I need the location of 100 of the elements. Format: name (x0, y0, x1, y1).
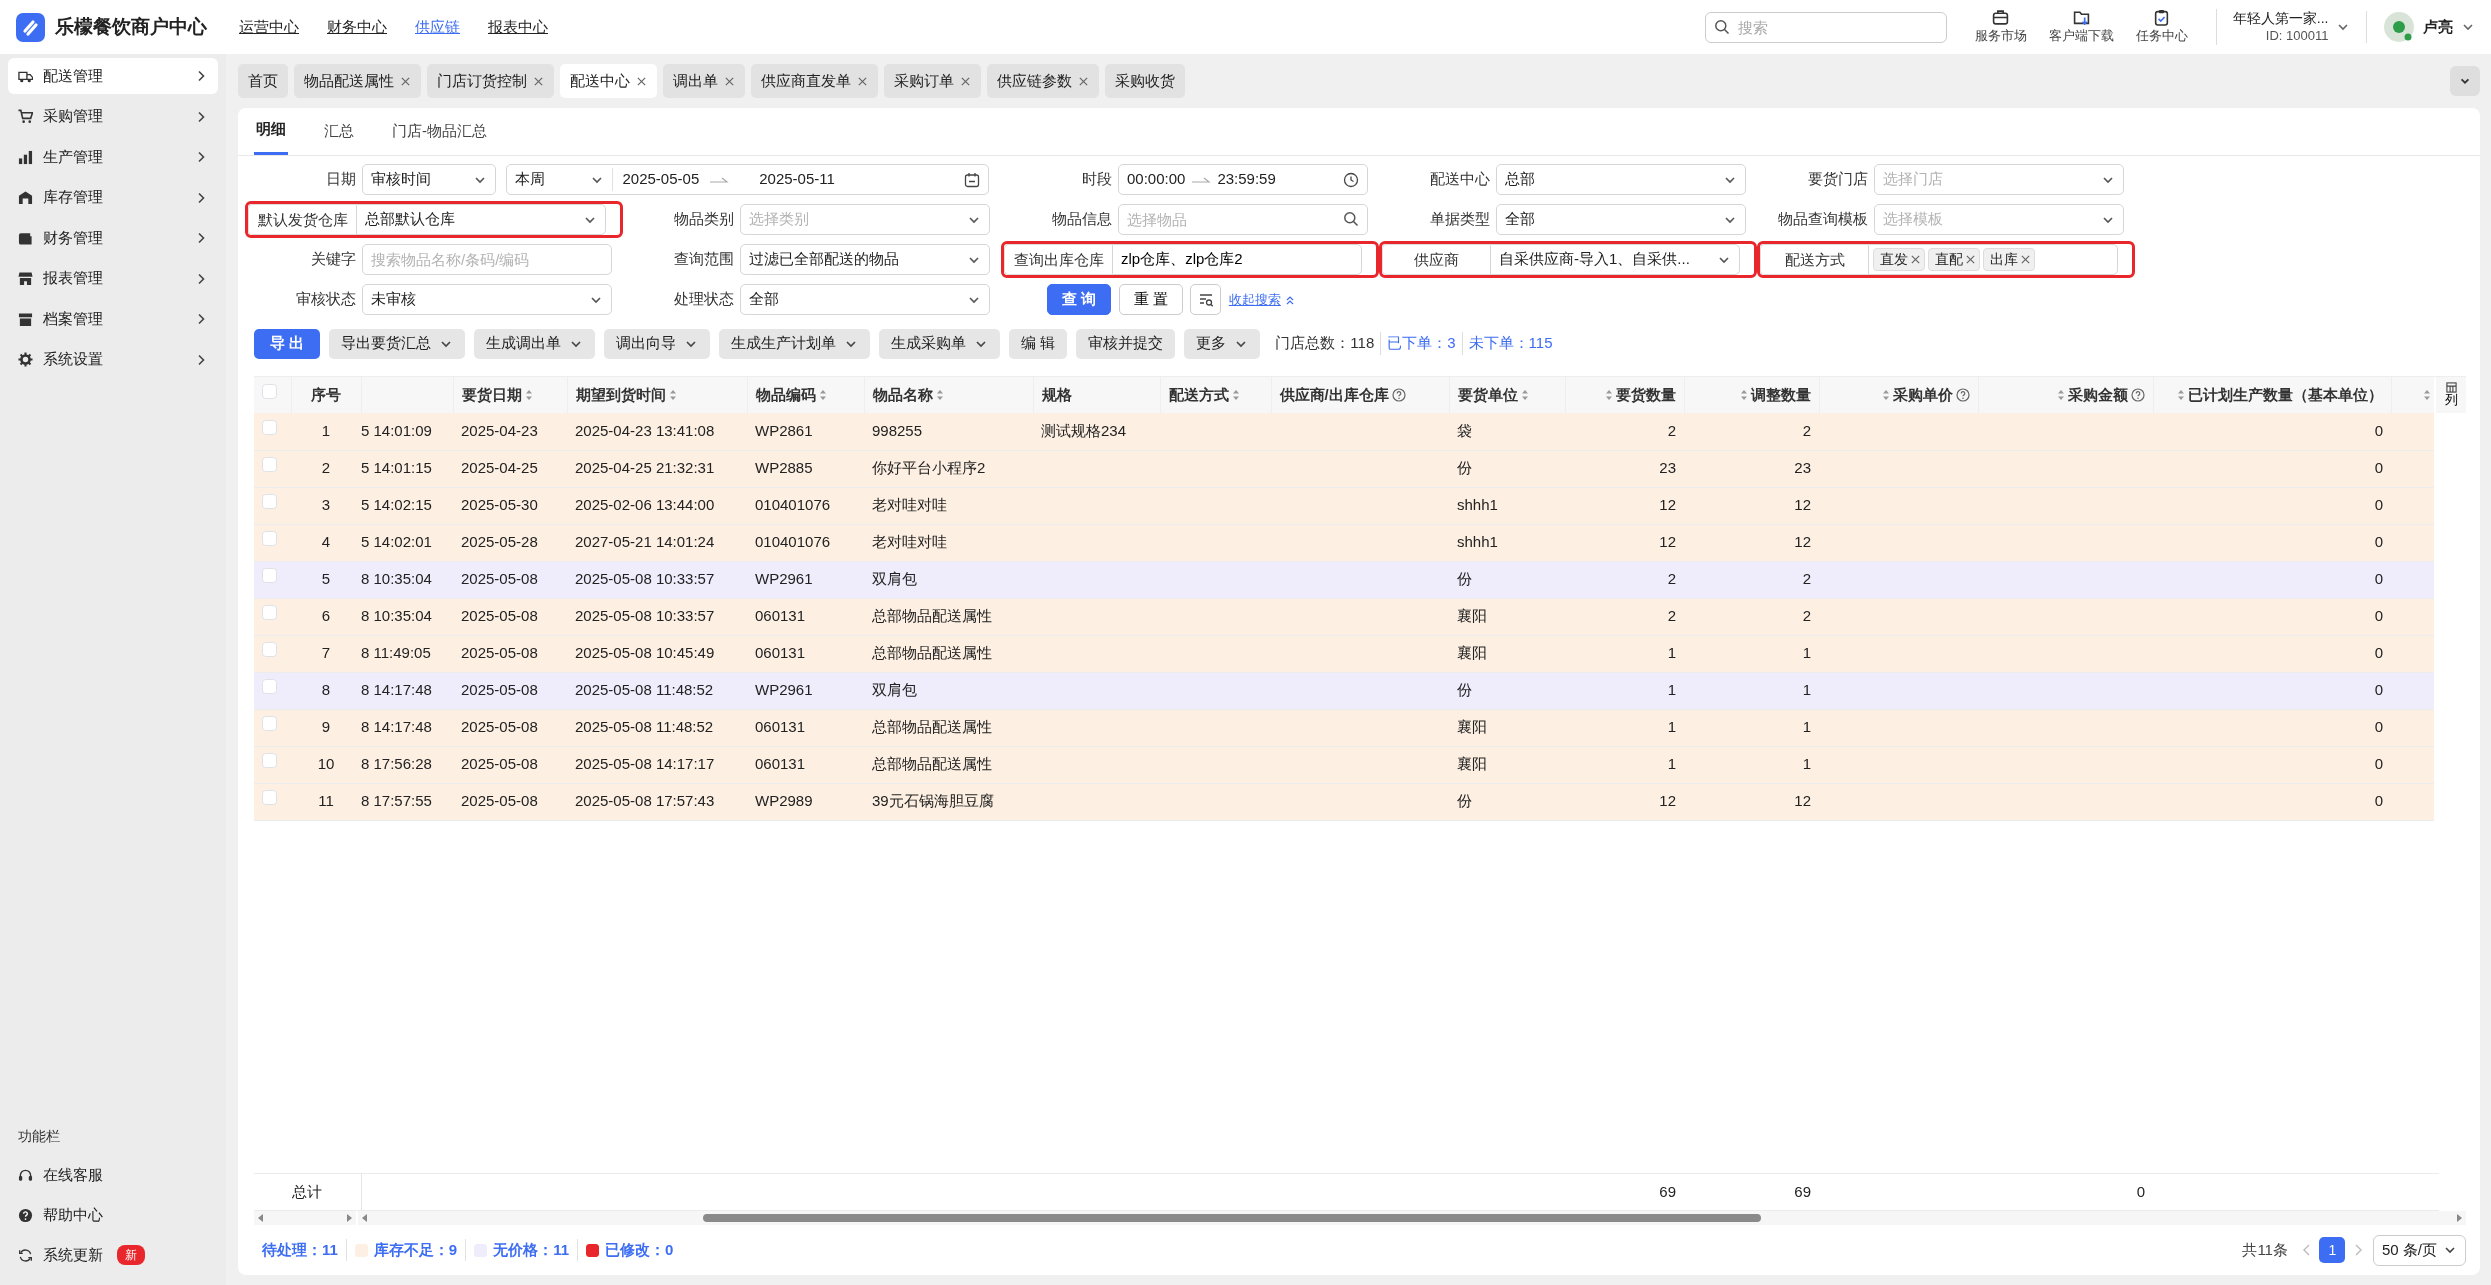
page-tab[interactable]: 供应链参数 (987, 64, 1099, 98)
sub-tab[interactable]: 门店-物品汇总 (390, 107, 489, 155)
scrollbar[interactable] (358, 1211, 2466, 1225)
shortcut-link[interactable]: 服务市场 (1974, 25, 2027, 46)
legend-label[interactable]: 已修改：0 (605, 1238, 674, 1262)
dropdown-field[interactable]: 未审核 (362, 284, 612, 315)
sort-icon[interactable] (2056, 389, 2065, 401)
nav-link[interactable]: 运营中心 (239, 15, 299, 39)
column-header[interactable]: 要货单位 (1449, 377, 1565, 413)
page-size-dropdown[interactable]: 50 条/页 (2372, 1234, 2466, 1266)
table-row[interactable]: 6 8 10:35:04 2025-05-08 2025-05-08 10:33:57 060131 总部物品配送属性 襄阳 2 2 0 (254, 598, 2434, 635)
sidebar-item[interactable]: 系统设置 (8, 341, 218, 378)
help-icon[interactable] (18, 1207, 33, 1223)
refresh-icon[interactable] (18, 1247, 33, 1263)
sort-icon[interactable] (2176, 389, 2185, 401)
page-tab[interactable]: 供应商直发单 (751, 64, 878, 98)
row-checkbox[interactable] (262, 531, 277, 547)
table-row[interactable]: 10 8 17:56:28 2025-05-08 2025-05-08 14:17:17 060131 总部物品配送属性 襄阳 1 1 0 (254, 746, 2434, 783)
filter-settings-button[interactable] (1190, 284, 1222, 315)
sidebar-item[interactable]: 档案管理 (8, 301, 218, 337)
toolbar-button[interactable]: 审核并提交 (1076, 328, 1176, 359)
close-icon[interactable] (636, 75, 647, 87)
page-tab[interactable]: 采购收货 (1105, 64, 1185, 98)
scrollbar[interactable] (254, 1211, 357, 1225)
scroll-left-icon[interactable] (258, 1214, 264, 1222)
dropdown-button[interactable]: 调出向导 (604, 328, 711, 359)
dropdown-button[interactable]: 生成采购单 (879, 328, 1001, 359)
page-number[interactable]: 1 (2319, 1237, 2346, 1263)
column-header[interactable]: 物品名称 (864, 377, 1033, 413)
table-row[interactable]: 4 5 14:02:01 2025-05-28 2027-05-21 14:01:24 010401076 老对哇对哇 shhh1 12 12 0 (254, 524, 2434, 561)
stat-link[interactable]: 已下单：3 (1380, 332, 1462, 355)
row-checkbox[interactable] (262, 716, 277, 732)
close-icon[interactable] (724, 75, 735, 87)
column-header[interactable]: 供应商/出库仓库 (1271, 377, 1449, 413)
row-checkbox[interactable] (262, 568, 277, 584)
period-dropdown[interactable]: 本周 (515, 168, 613, 191)
close-icon[interactable] (960, 75, 971, 87)
row-checkbox[interactable] (262, 420, 277, 435)
row-checkbox[interactable] (262, 494, 277, 510)
sidebar-item[interactable]: 报表管理 (8, 260, 218, 297)
input-field[interactable]: zlp仓库、zlp仓库2 (1112, 244, 1362, 275)
sidebar-item[interactable]: 采购管理 (8, 98, 218, 135)
prev-page-icon[interactable] (2301, 1244, 2312, 1256)
select-all-checkbox[interactable] (262, 383, 277, 399)
legend-label[interactable]: 无价格：11 (493, 1238, 570, 1262)
sidebar-link[interactable]: 在线客服 (43, 1163, 103, 1187)
tag-field[interactable]: 直发 直配 出库 (1868, 244, 2118, 275)
page-tab[interactable]: 配送中心 (560, 64, 657, 98)
row-checkbox[interactable] (262, 605, 277, 621)
start-date[interactable]: 2025-05-05 (622, 168, 700, 191)
collapse-button[interactable] (2450, 66, 2480, 96)
row-checkbox[interactable] (262, 753, 277, 769)
sub-tab[interactable]: 明细 (254, 107, 288, 155)
close-icon[interactable] (533, 75, 544, 87)
search-field[interactable]: 选择物品 (1118, 204, 1368, 235)
table-row[interactable]: 1 5 14:01:09 2025-04-23 2025-04-23 13:41:08 WP2861 998255 测试规格234 袋 2 2 0 (254, 413, 2434, 450)
column-settings-button[interactable]: 列 (2436, 377, 2466, 413)
end-time[interactable]: 23:59:59 (1217, 168, 1337, 191)
table-row[interactable]: 5 8 10:35:04 2025-05-08 2025-05-08 10:33:57 WP2961 双肩包 份 2 2 0 (254, 561, 2434, 598)
tag-chip[interactable]: 直配 (1928, 248, 1980, 271)
column-header[interactable]: 期望到货时间 (567, 377, 747, 413)
close-icon[interactable] (1910, 254, 1921, 265)
headset-icon[interactable] (18, 1167, 33, 1183)
dropdown-field[interactable]: 全部 (740, 284, 990, 315)
page-tab[interactable]: 采购订单 (884, 64, 981, 98)
page-tab[interactable]: 门店订货控制 (427, 64, 554, 98)
dropdown-field[interactable]: 全部 (1496, 204, 1746, 235)
dropdown-button[interactable]: 更多 (1184, 328, 1261, 359)
row-checkbox[interactable] (262, 679, 277, 695)
clipboard-check-icon[interactable] (2153, 8, 2171, 26)
close-icon[interactable] (857, 75, 868, 87)
nav-link[interactable]: 财务中心 (327, 15, 387, 39)
end-date[interactable]: 2025-05-11 (739, 168, 954, 191)
column-header[interactable]: 要货数量 (1565, 377, 1684, 413)
column-header[interactable]: 已计划生产数量（基本单位） (2153, 377, 2391, 413)
table-row[interactable]: 3 5 14:02:15 2025-05-30 2025-02-06 13:44:00 010401076 老对哇对哇 shhh1 12 12 0 (254, 487, 2434, 524)
dropdown-field[interactable]: 总部 (1496, 164, 1746, 195)
sidebar-item[interactable]: 库存管理 (8, 179, 218, 216)
table-row[interactable]: 11 8 17:57:55 2025-05-08 2025-05-08 17:57:43 WP2989 39元石锅海胆豆腐 份 12 12 0 (254, 783, 2434, 820)
sub-tab[interactable]: 汇总 (322, 107, 356, 155)
folder-download-icon[interactable] (2072, 8, 2090, 26)
account-name[interactable]: 年轻人第一家... (2232, 9, 2329, 28)
time-range-field[interactable]: 00:00:00 23:59:59 (1118, 164, 1368, 195)
scroll-right-icon[interactable] (346, 1214, 353, 1222)
row-checkbox[interactable] (262, 642, 277, 658)
start-time[interactable]: 00:00:00 (1127, 168, 1186, 191)
sort-icon[interactable] (668, 389, 677, 401)
column-header[interactable]: 序号 (291, 377, 361, 413)
close-icon[interactable] (2020, 254, 2031, 265)
shortcut-link[interactable]: 任务中心 (2135, 25, 2188, 46)
row-checkbox[interactable] (262, 790, 277, 806)
column-header[interactable]: 物品编码 (747, 377, 864, 413)
sort-icon[interactable] (1520, 389, 1529, 401)
close-icon[interactable] (1078, 75, 1089, 87)
toolbar-button[interactable]: 编 辑 (1009, 328, 1068, 359)
table-row[interactable]: 8 8 14:17:48 2025-05-08 2025-05-08 11:48:52 WP2961 双肩包 份 1 1 0 (254, 672, 2434, 709)
page-tab[interactable]: 首页 (238, 64, 288, 98)
close-icon[interactable] (400, 75, 411, 87)
column-header[interactable]: 要货日期 (453, 377, 567, 413)
table-row[interactable]: 2 5 14:01:15 2025-04-25 2025-04-25 21:32:31 WP2885 你好平台小程序2 份 23 23 0 (254, 450, 2434, 487)
